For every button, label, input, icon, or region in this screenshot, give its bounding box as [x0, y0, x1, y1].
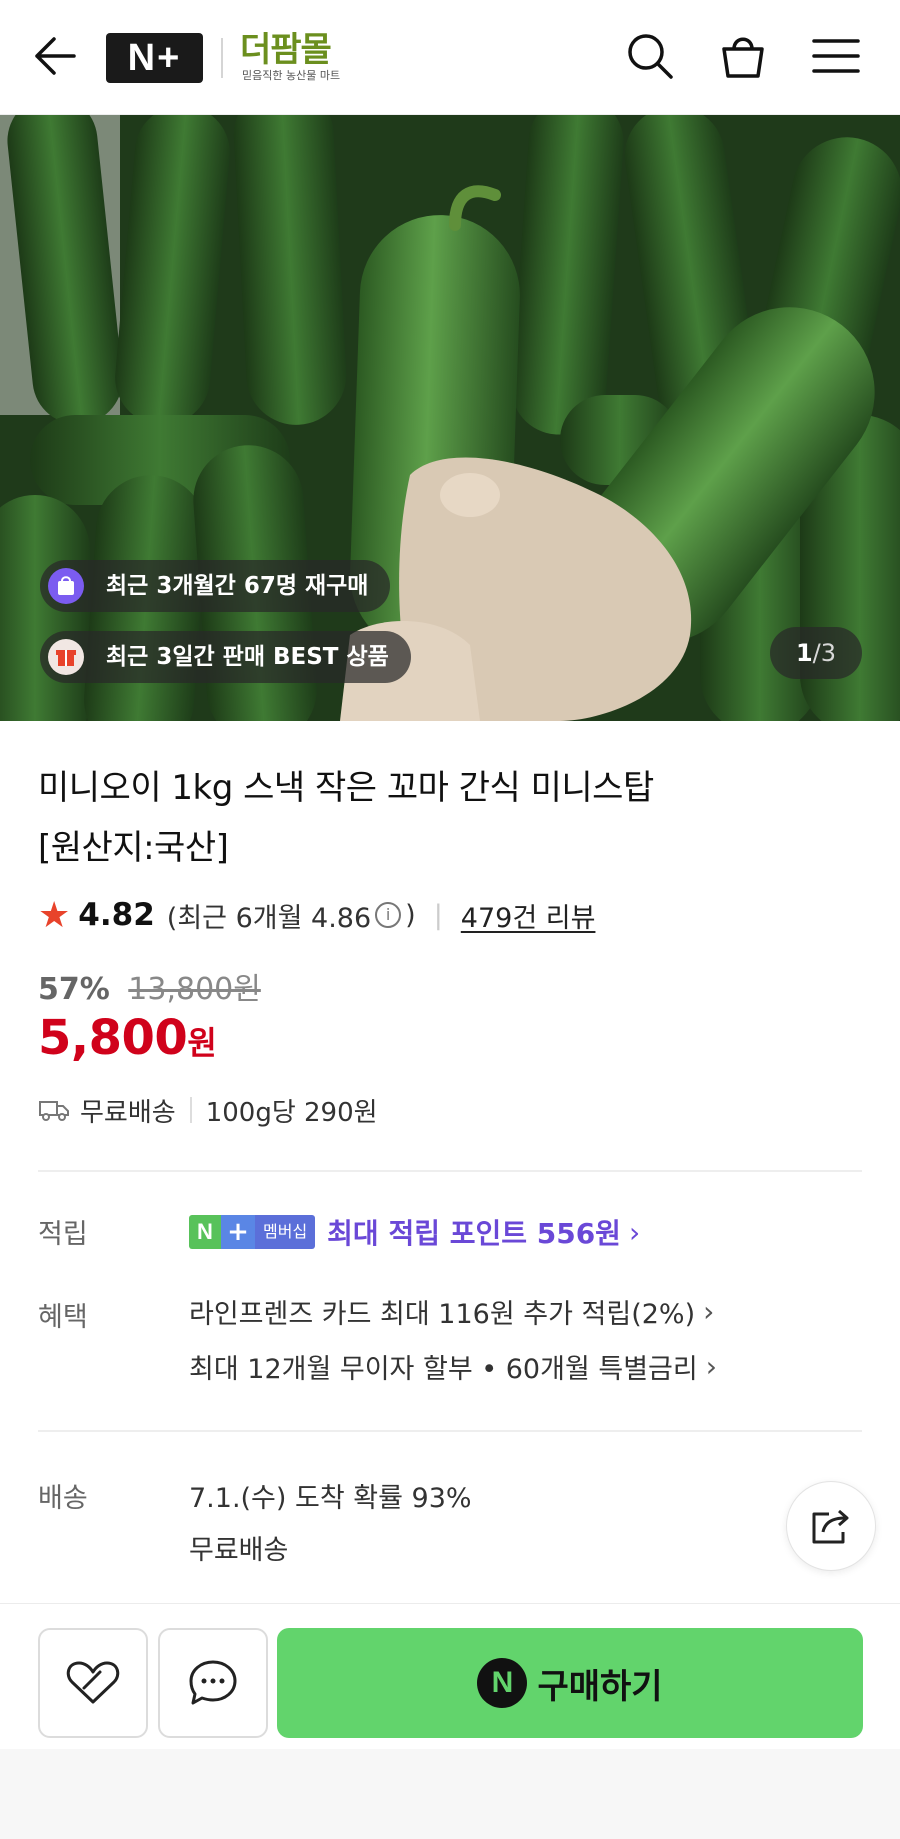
back-button[interactable]: [27, 28, 83, 84]
original-price: 13,800원: [128, 972, 261, 1007]
points-label: 적립: [38, 1219, 88, 1250]
delivery-truck-icon: [39, 1101, 69, 1121]
rating-row: ★ 4.82 (최근 6개월 4.86 i ) | 479건 리뷰: [38, 892, 595, 938]
benefit-card-points[interactable]: 라인프렌즈 카드 최대 116원 추가 적립(2%) ›: [189, 1292, 714, 1331]
naver-plus-membership-badge: N + 멤버십: [189, 1215, 316, 1249]
share-icon: [812, 1509, 849, 1544]
chat-bubble-icon: [189, 1660, 237, 1705]
chevron-right-icon: ›: [628, 1215, 641, 1249]
product-title: 미니오이 1kg 스낵 작은 꼬마 간식 미니스탑 [원산지:국산]: [38, 758, 838, 878]
heart-icon: [66, 1661, 120, 1704]
sale-price-value: 5,800: [38, 1010, 188, 1066]
section-divider: [38, 1430, 862, 1432]
share-button[interactable]: [786, 1481, 876, 1571]
recent-rating-suffix: ): [405, 899, 416, 931]
purchase-bar: N 구매하기: [0, 1603, 900, 1839]
product-image-carousel[interactable]: 최근 3개월간 67명 재구매 최근 3일간 판매 BEST 상품: [0, 115, 900, 721]
points-row[interactable]: N + 멤버십 최대 적립 포인트 556원 ›: [189, 1210, 640, 1254]
best-seller-badge: 최근 3일간 판매 BEST 상품: [40, 631, 411, 683]
shopping-bag-icon: [722, 37, 764, 78]
sale-price: 5,800원: [38, 1010, 217, 1066]
store-tagline: 믿음직한 농산물 마트: [242, 69, 341, 82]
membership-text: 멤버십: [255, 1215, 316, 1249]
delivery-eta: 7.1.(수) 도착 확률 93%: [189, 1483, 472, 1514]
benefits-label: 혜택: [38, 1302, 88, 1333]
discount-row: 57% 13,800원: [38, 964, 261, 1008]
free-shipping-text: 무료배송: [80, 1097, 176, 1128]
unit-price-text: 100g당 290원: [205, 1097, 378, 1128]
image-counter: 1/3: [770, 627, 862, 679]
logo-divider: [221, 38, 223, 78]
delivery-fee: 무료배송: [189, 1535, 289, 1566]
benefit-card-points-text: 라인프렌즈 카드 최대 116원 추가 적립(2%): [189, 1299, 696, 1330]
gift-box-icon: [48, 639, 84, 675]
shipping-separator: [189, 1097, 192, 1123]
search-button[interactable]: [622, 28, 678, 84]
chevron-right-icon: ›: [705, 1350, 717, 1383]
recent-rating-prefix: (최근 6개월 4.86: [166, 902, 372, 934]
benefit-installment-text: 최대 12개월 무이자 할부 • 60개월 특별금리: [189, 1354, 698, 1385]
repurchase-badge: 최근 3개월간 67명 재구매: [40, 560, 391, 612]
brand-logo-mark[interactable]: N+: [106, 33, 203, 83]
home-indicator-area: [0, 1749, 900, 1839]
back-arrow-icon: [35, 37, 76, 75]
review-count-link[interactable]: 479건 리뷰: [461, 896, 596, 935]
benefit-installment[interactable]: 최대 12개월 무이자 할부 • 60개월 특별금리 ›: [189, 1347, 717, 1386]
shipping-row: 무료배송 100g당 290원: [38, 1090, 378, 1130]
discount-percent: 57%: [38, 972, 110, 1007]
product-title-line1: 미니오이 1kg 스낵 작은 꼬마 간식 미니스탑: [38, 768, 654, 808]
purple-bag-icon: [48, 568, 84, 604]
buy-now-label: 구매하기: [537, 1666, 663, 1707]
wishlist-button[interactable]: [38, 1628, 148, 1738]
info-icon[interactable]: i: [375, 902, 402, 928]
image-counter-current: 1: [795, 639, 813, 667]
rating-value: 4.82: [78, 897, 155, 933]
search-icon: [628, 34, 673, 79]
top-header: N+ 더팜몰 믿음직한 농산물 마트: [0, 0, 900, 115]
menu-button[interactable]: [808, 28, 864, 84]
delivery-label: 배송: [38, 1483, 88, 1514]
max-points-text: 최대 적립 포인트 556원: [327, 1217, 621, 1250]
product-title-line2: [원산지:국산]: [38, 828, 229, 868]
hamburger-menu-icon: [812, 39, 860, 73]
chevron-right-icon: ›: [703, 1295, 715, 1328]
sale-price-unit: 원: [187, 1024, 217, 1062]
repurchase-text: 최근 3개월간 67명 재구매: [106, 573, 369, 599]
naver-pay-n-icon: N: [477, 1658, 528, 1708]
cart-button[interactable]: [715, 28, 771, 84]
chat-inquiry-button[interactable]: [158, 1628, 268, 1738]
star-icon: ★: [38, 894, 71, 936]
membership-plus: +: [221, 1215, 255, 1249]
buy-now-button[interactable]: N 구매하기: [277, 1628, 863, 1738]
rating-separator: |: [433, 899, 443, 931]
image-counter-total: /3: [812, 639, 837, 667]
membership-n: N: [189, 1215, 221, 1249]
best-seller-text: 최근 3일간 판매 BEST 상품: [106, 644, 389, 670]
section-divider: [38, 1170, 862, 1172]
store-name[interactable]: 더팜몰: [240, 30, 332, 70]
